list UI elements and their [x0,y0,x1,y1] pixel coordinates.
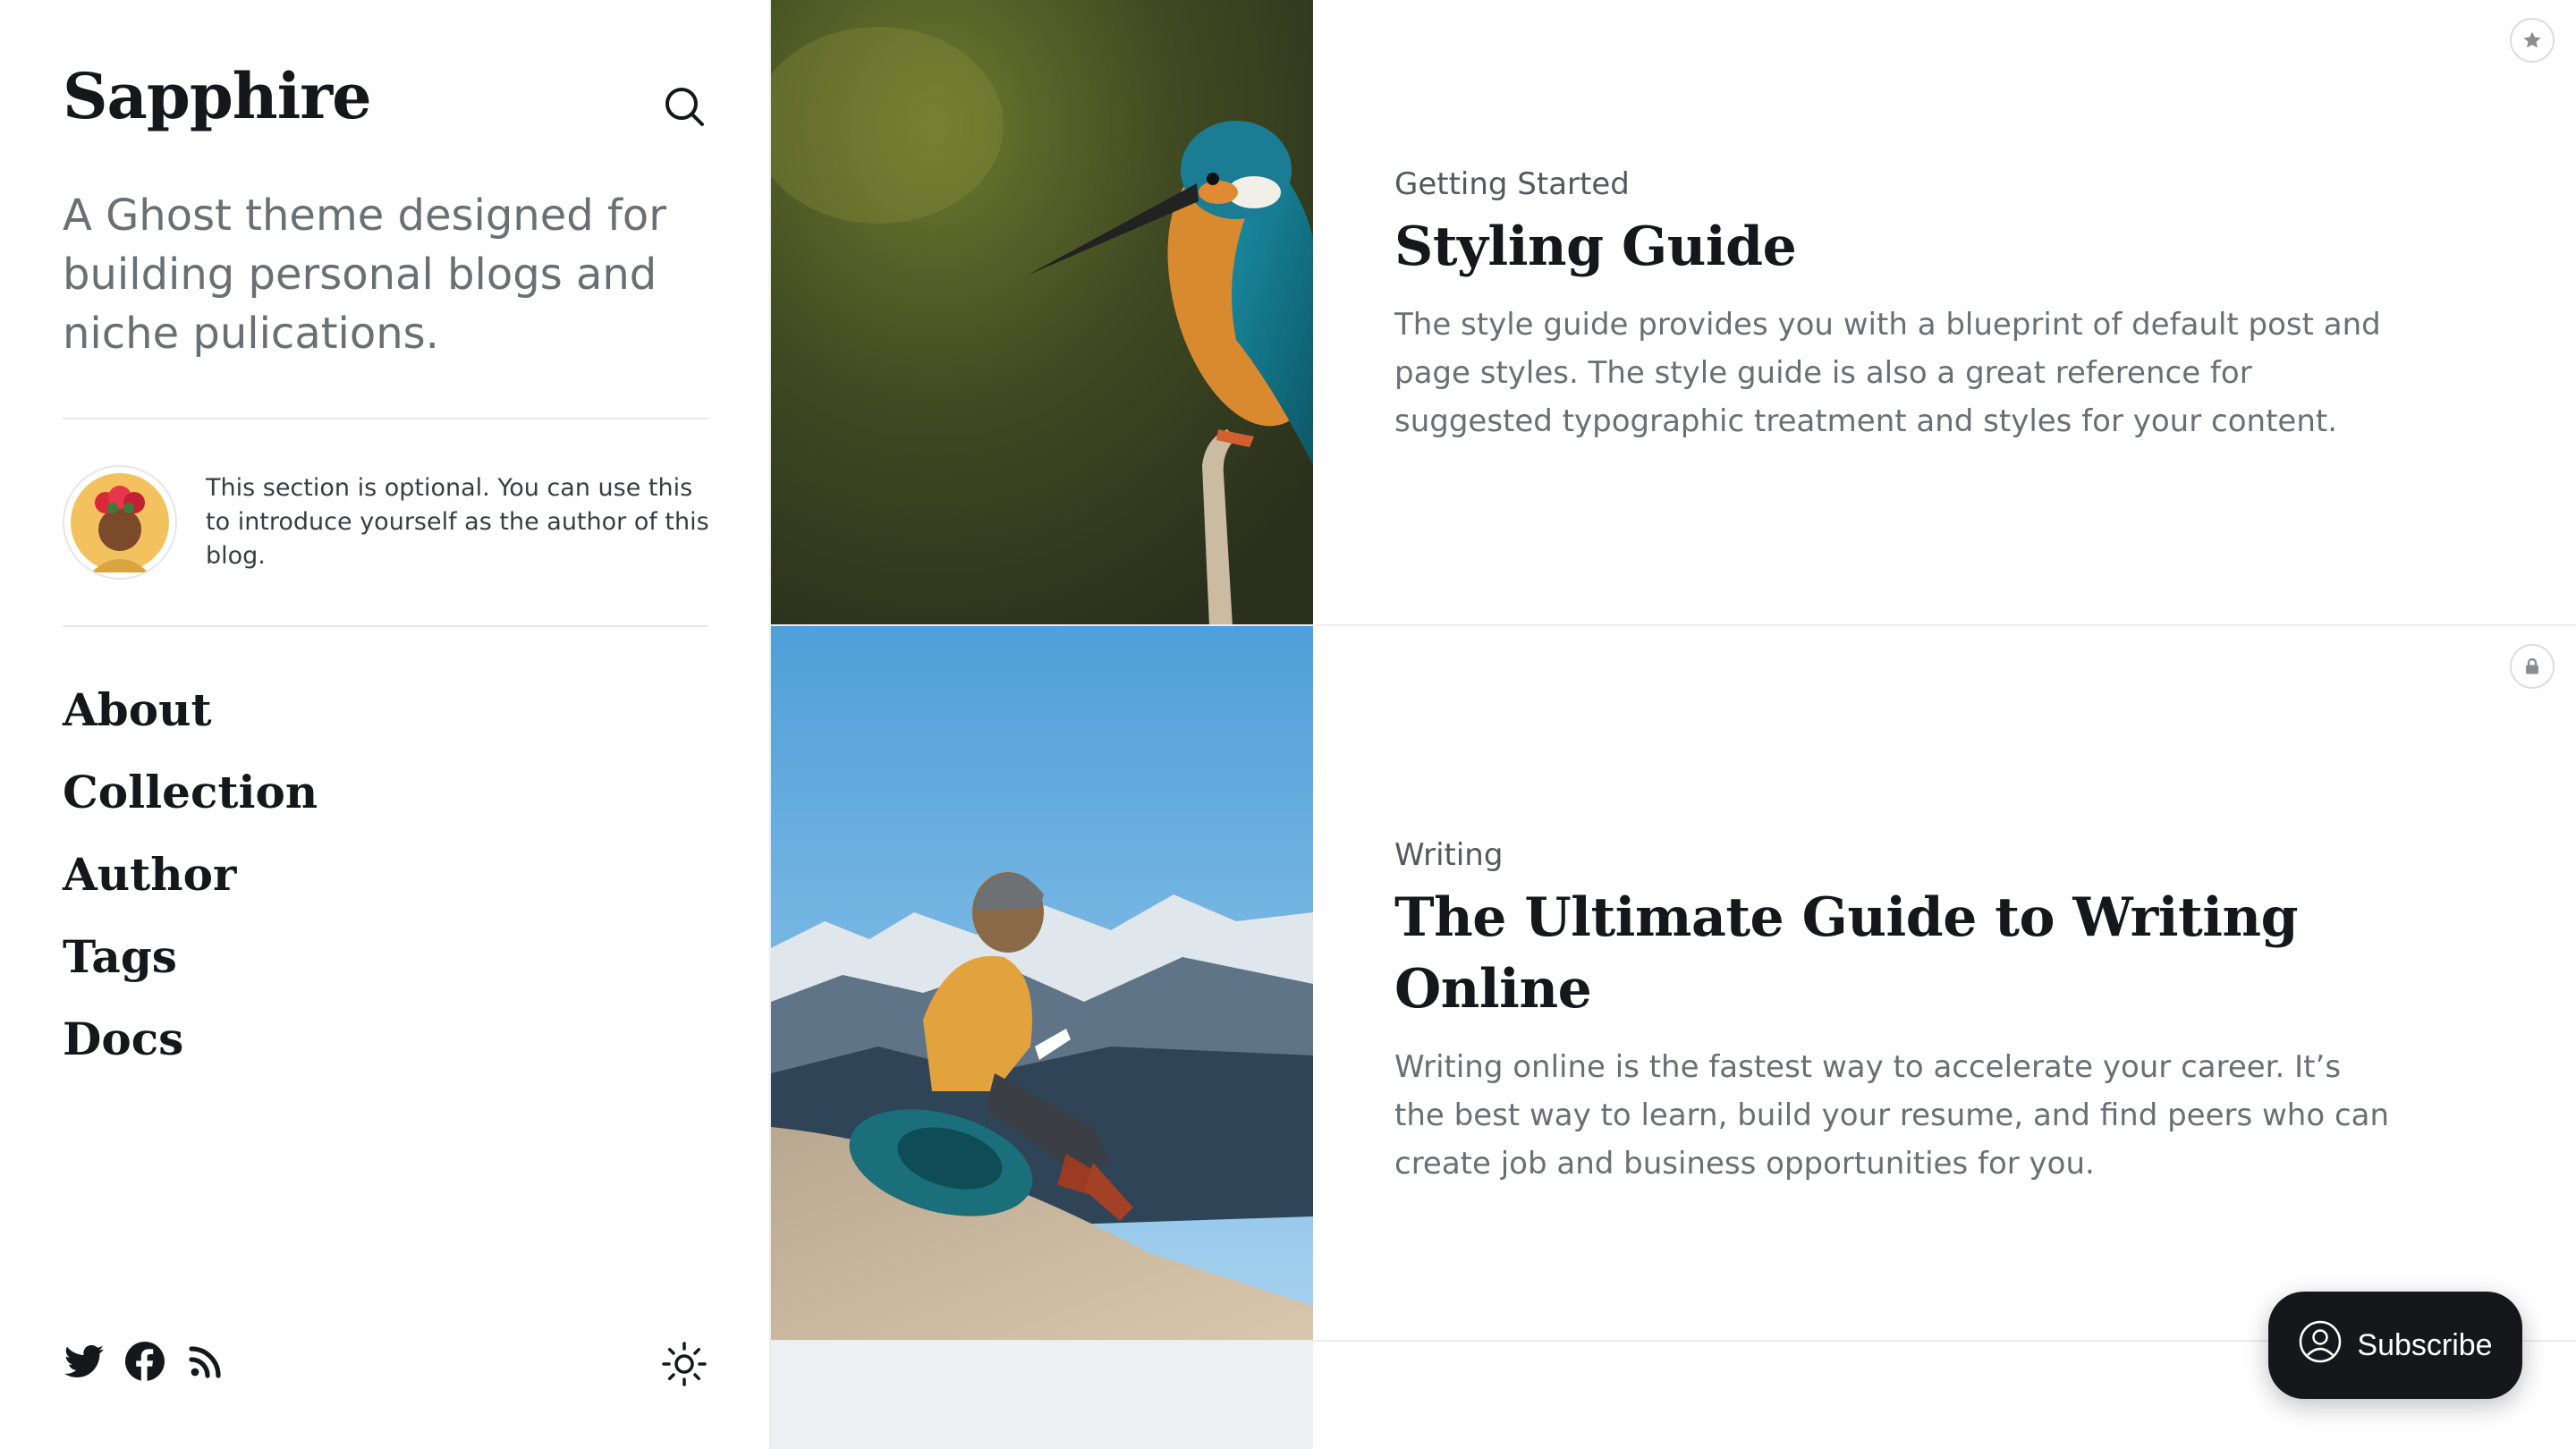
social-links [63,1340,227,1383]
subscribe-button[interactable]: Subscribe [2268,1292,2522,1399]
post-tag[interactable]: Writing [1394,832,2396,878]
twitter-icon[interactable] [63,1340,106,1383]
post-image-kingfisher[interactable] [771,0,1313,624]
post-image[interactable] [771,1342,1313,1449]
search-icon[interactable] [662,84,707,129]
rss-icon[interactable] [184,1340,227,1383]
user-icon [2298,1319,2343,1372]
nav-item-tags[interactable]: Tags [63,925,318,1007]
post-title[interactable]: The Ultimate Guide to Writing Online [1394,882,2396,1025]
facebook-icon[interactable] [123,1340,166,1383]
post-title[interactable]: Styling Guide [1394,211,2396,283]
sidebar: Sapphire A Ghost theme designed for buil… [0,0,771,1449]
sun-icon[interactable] [660,1340,708,1388]
main-navigation: About Collection Author Tags Docs [63,678,318,1089]
post-tag[interactable]: Getting Started [1394,161,2396,208]
post-excerpt: The style guide provides you with a blue… [1394,307,2381,439]
subscribe-label: Subscribe [2357,1327,2493,1362]
nav-item-about[interactable]: About [63,678,318,760]
post-card[interactable]: Writing The Ultimate Guide to Writing On… [771,626,2576,1342]
post-content: Writing The Ultimate Guide to Writing On… [1394,832,2396,1188]
author-bio: This section is optional. You can use th… [206,474,709,570]
divider [63,418,708,419]
post-excerpt: Writing online is the fastest way to acc… [1394,1049,2390,1182]
star-icon [2510,18,2555,63]
avatar[interactable] [63,465,177,580]
divider [63,625,708,627]
site-title[interactable]: Sapphire [63,59,372,134]
nav-item-collection[interactable]: Collection [63,760,318,843]
site-description: A Ghost theme designed for building pers… [63,191,666,359]
post-card[interactable]: Getting Started Styling Guide The style … [771,0,2576,626]
nav-item-docs[interactable]: Docs [63,1007,318,1089]
post-content: Getting Started Styling Guide The style … [1394,161,2396,445]
lock-icon [2510,644,2555,689]
post-image-hiker[interactable] [771,626,1313,1340]
nav-item-author[interactable]: Author [63,843,318,925]
